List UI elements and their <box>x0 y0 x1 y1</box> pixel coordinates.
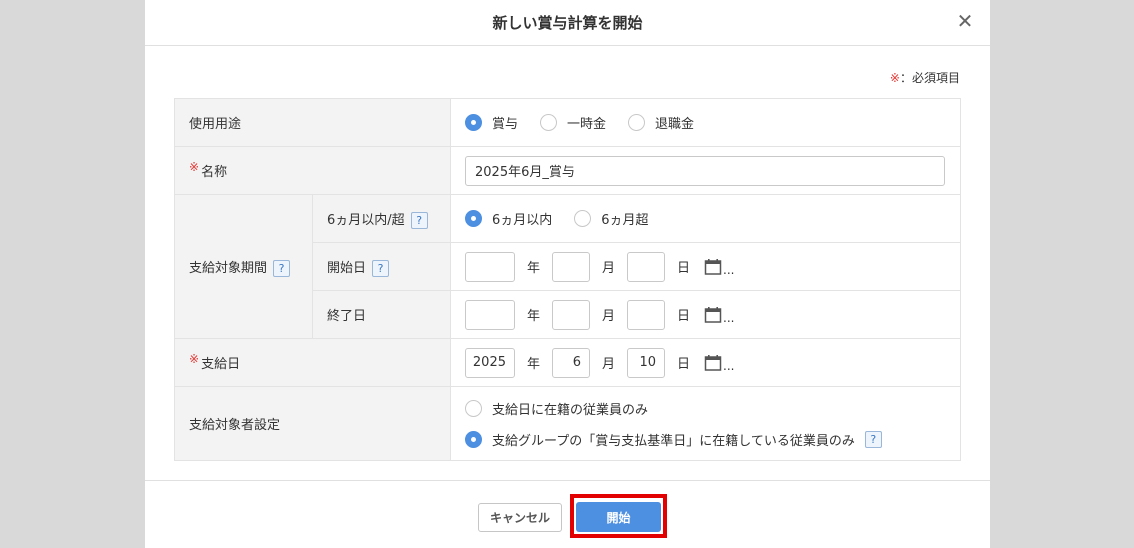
cancel-button[interactable]: キャンセル <box>478 503 562 532</box>
dialog-header: 新しい賞与計算を開始 ✕ <box>145 0 990 46</box>
start-day-input[interactable] <box>627 251 666 282</box>
radio-selected-icon[interactable] <box>465 114 482 131</box>
required-note-text: ：必須項目 <box>899 71 960 85</box>
required-mark: ※ <box>889 71 900 85</box>
day-unit: 日 <box>677 261 691 276</box>
usage-value: 賞与 一時金 退職金 <box>450 98 961 147</box>
radio-target-base-date[interactable]: 支給グループの「賞与支払基準日」に在籍している従業員のみ? <box>465 430 960 449</box>
row-pay-date: ※支給日 年 月 日 ... <box>174 338 961 387</box>
target-value-cell: 支給日に在籍の従業員のみ 支給グループの「賞与支払基準日」に在籍している従業員の… <box>450 386 961 461</box>
form-table: 使用用途 賞与 一時金 退職金 ※名称 支給対象期間? 6ヵ月以内/超? 6ヵ月… <box>174 98 961 461</box>
within-value-cell: 6ヵ月以内 6ヵ月超 <box>450 194 961 243</box>
radio-unselected-icon[interactable] <box>465 399 482 417</box>
help-icon[interactable]: ? <box>372 259 390 277</box>
help-icon[interactable]: ? <box>273 259 291 277</box>
radio-label: 6ヵ月超 <box>601 213 649 228</box>
start-year-input[interactable] <box>465 251 515 282</box>
radio-label: 賞与 <box>492 117 519 132</box>
row-period-within: 支給対象期間? 6ヵ月以内/超? 6ヵ月以内 6ヵ月超 <box>174 194 961 339</box>
radio-label: 6ヵ月以内 <box>492 213 553 228</box>
row-target: 支給対象者設定 支給日に在籍の従業員のみ 支給グループの「賞与支払基準日」に在籍… <box>174 386 961 461</box>
radio-unselected-icon[interactable] <box>574 210 592 227</box>
name-label-cell: ※ 名称 <box>174 146 451 195</box>
pay-date-label-cell: ※ 支給日 <box>174 338 451 387</box>
end-date-cell: 年 月 日 ... <box>450 290 961 339</box>
pay-day-input[interactable] <box>627 347 666 378</box>
row-usage: 使用用途 賞与 一時金 退職金 <box>174 98 961 147</box>
pay-date-label: 支給日 <box>201 357 241 372</box>
radio-usage-lump-sum[interactable]: 一時金 <box>540 113 606 132</box>
dialog-title: 新しい賞与計算を開始 <box>492 14 643 32</box>
dialog: 新しい賞与計算を開始 ✕ ※：必須項目 使用用途 賞与 一時金 退職金 ※ 名称 … <box>145 0 990 548</box>
period-label: 支給対象期間 <box>189 260 268 276</box>
start-month-input[interactable] <box>552 251 591 282</box>
radio-unselected-icon[interactable] <box>628 114 646 131</box>
required-mark: ※ <box>189 160 200 174</box>
start-button[interactable]: 開始 <box>576 502 661 532</box>
radio-selected-icon[interactable] <box>465 430 482 448</box>
radio-usage-bonus[interactable]: 賞与 <box>465 113 518 132</box>
month-unit: 月 <box>602 261 616 276</box>
required-note: ※：必須項目 <box>890 69 960 86</box>
target-label: 支給対象者設定 <box>174 386 451 461</box>
required-mark: ※ <box>189 352 200 366</box>
radio-selected-icon[interactable] <box>465 210 482 227</box>
within-label: 6ヵ月以内/超 <box>327 212 405 228</box>
close-icon[interactable]: ✕ <box>954 10 976 32</box>
name-input[interactable] <box>465 155 945 186</box>
year-unit: 年 <box>527 261 541 276</box>
radio-target-paydate[interactable]: 支給日に在籍の従業員のみ <box>465 399 960 418</box>
start-label-cell: 開始日? <box>312 242 451 291</box>
month-unit: 月 <box>602 357 616 372</box>
footer-divider <box>145 480 990 481</box>
calendar-icon[interactable]: ... <box>704 258 735 277</box>
end-year-input[interactable] <box>465 299 515 330</box>
radio-usage-retirement[interactable]: 退職金 <box>628 113 694 132</box>
pay-year-input[interactable] <box>465 347 515 378</box>
calendar-icon[interactable]: ... <box>704 354 735 373</box>
name-value-cell <box>450 146 961 195</box>
pay-date-cell: 年 月 日 ... <box>450 338 961 387</box>
end-label: 終了日 <box>312 290 451 339</box>
month-unit: 月 <box>602 309 616 324</box>
name-label: 名称 <box>201 165 228 180</box>
end-month-input[interactable] <box>552 299 591 330</box>
radio-label: 支給グループの「賞与支払基準日」に在籍している従業員のみ <box>492 433 855 449</box>
radio-over-6months[interactable]: 6ヵ月超 <box>574 209 649 228</box>
radio-unselected-icon[interactable] <box>540 114 558 131</box>
radio-label: 一時金 <box>567 117 607 132</box>
year-unit: 年 <box>527 309 541 324</box>
help-icon[interactable]: ? <box>410 211 428 229</box>
within-label-cell: 6ヵ月以内/超? <box>312 194 451 243</box>
day-unit: 日 <box>677 309 691 324</box>
radio-label: 退職金 <box>655 117 695 132</box>
calendar-icon[interactable]: ... <box>704 306 735 325</box>
calendar-more: ... <box>723 262 735 277</box>
usage-label: 使用用途 <box>174 98 451 147</box>
end-day-input[interactable] <box>627 299 666 330</box>
day-unit: 日 <box>677 357 691 372</box>
row-name: ※ 名称 <box>174 146 961 195</box>
calendar-more: ... <box>723 358 735 373</box>
help-icon[interactable]: ? <box>864 430 882 448</box>
period-label-cell: 支給対象期間? <box>174 194 313 339</box>
radio-label: 支給日に在籍の従業員のみ <box>492 402 649 418</box>
calendar-more: ... <box>723 310 735 325</box>
year-unit: 年 <box>527 357 541 372</box>
start-label: 開始日 <box>327 260 367 276</box>
radio-within-6months[interactable]: 6ヵ月以内 <box>465 209 552 228</box>
pay-month-input[interactable] <box>552 347 591 378</box>
start-date-cell: 年 月 日 ... <box>450 242 961 291</box>
